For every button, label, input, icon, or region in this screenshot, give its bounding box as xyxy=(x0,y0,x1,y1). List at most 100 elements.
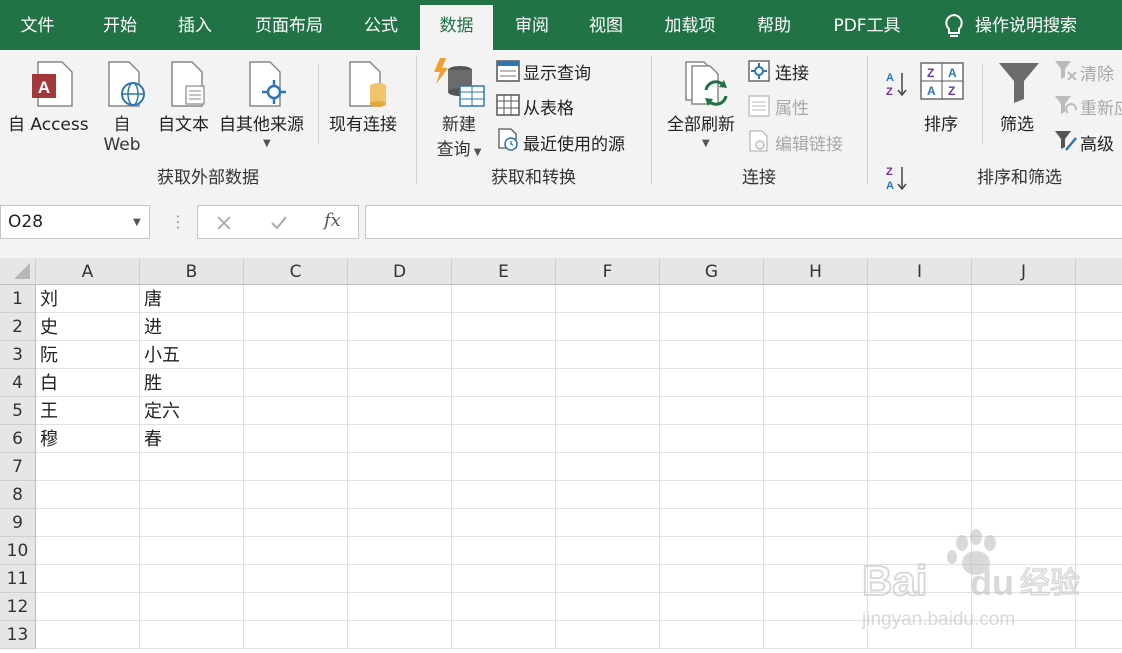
cell-g5[interactable] xyxy=(660,397,764,425)
cell-j4[interactable] xyxy=(972,369,1076,397)
row-header-9[interactable]: 9 xyxy=(0,509,36,537)
cell-g10[interactable] xyxy=(660,537,764,565)
cell-g1[interactable] xyxy=(660,285,764,313)
enter-check-icon[interactable] xyxy=(270,215,288,231)
cell-c9[interactable] xyxy=(244,509,348,537)
cell-j8[interactable] xyxy=(972,481,1076,509)
cell-h9[interactable] xyxy=(764,509,868,537)
cell-e5[interactable] xyxy=(452,397,556,425)
cell-j7[interactable] xyxy=(972,453,1076,481)
tab-view[interactable]: 视图 xyxy=(574,0,638,50)
from-text-button[interactable]: 自文本 xyxy=(158,110,209,135)
cell-b12[interactable] xyxy=(140,593,244,621)
cell-e13[interactable] xyxy=(452,621,556,649)
cell-i8[interactable] xyxy=(868,481,972,509)
cell-g8[interactable] xyxy=(660,481,764,509)
column-header-g[interactable]: G xyxy=(660,258,764,285)
column-header-a[interactable]: A xyxy=(36,258,140,285)
cell-d12[interactable] xyxy=(348,593,452,621)
tab-review[interactable]: 审阅 xyxy=(500,0,564,50)
cell-a7[interactable] xyxy=(36,453,140,481)
insert-function-icon[interactable]: fx xyxy=(324,210,341,231)
from-web-button[interactable]: 自 Web xyxy=(100,110,144,155)
cell-e10[interactable] xyxy=(452,537,556,565)
filter-button[interactable]: 筛选 xyxy=(1000,110,1034,135)
cell-e6[interactable] xyxy=(452,425,556,453)
cell-a10[interactable] xyxy=(36,537,140,565)
tab-home[interactable]: 开始 xyxy=(85,0,155,50)
cell-k6[interactable] xyxy=(1076,425,1122,453)
column-header-j[interactable]: J xyxy=(972,258,1076,285)
cell-k4[interactable] xyxy=(1076,369,1122,397)
cell-h13[interactable] xyxy=(764,621,868,649)
cell-e3[interactable] xyxy=(452,341,556,369)
row-header-7[interactable]: 7 xyxy=(0,453,36,481)
cell-c2[interactable] xyxy=(244,313,348,341)
cell-h12[interactable] xyxy=(764,593,868,621)
cell-d8[interactable] xyxy=(348,481,452,509)
cell-g13[interactable] xyxy=(660,621,764,649)
cell-a12[interactable] xyxy=(36,593,140,621)
cell-b7[interactable] xyxy=(140,453,244,481)
cell-b8[interactable] xyxy=(140,481,244,509)
cell-a2[interactable]: 史 xyxy=(36,313,140,341)
tab-data[interactable]: 数据 xyxy=(420,5,493,50)
cell-a1[interactable]: 刘 xyxy=(36,285,140,313)
cell-d11[interactable] xyxy=(348,565,452,593)
cell-g7[interactable] xyxy=(660,453,764,481)
cell-b10[interactable] xyxy=(140,537,244,565)
cell-f9[interactable] xyxy=(556,509,660,537)
cell-a6[interactable]: 穆 xyxy=(36,425,140,453)
column-header-c[interactable]: C xyxy=(244,258,348,285)
row-header-11[interactable]: 11 xyxy=(0,565,36,593)
chevron-down-icon[interactable]: ▼ xyxy=(133,217,141,228)
cell-d13[interactable] xyxy=(348,621,452,649)
row-header-1[interactable]: 1 xyxy=(0,285,36,313)
row-header-8[interactable]: 8 xyxy=(0,481,36,509)
cell-k3[interactable] xyxy=(1076,341,1122,369)
cell-c3[interactable] xyxy=(244,341,348,369)
cell-d2[interactable] xyxy=(348,313,452,341)
row-header-3[interactable]: 3 xyxy=(0,341,36,369)
row-header-12[interactable]: 12 xyxy=(0,593,36,621)
tab-file[interactable]: 文件 xyxy=(0,0,75,50)
cell-d4[interactable] xyxy=(348,369,452,397)
tab-pdf-tools[interactable]: PDF工具 xyxy=(822,0,912,50)
cell-b2[interactable]: 进 xyxy=(140,313,244,341)
from-access-button[interactable]: 自 Access xyxy=(8,110,89,135)
cell-g9[interactable] xyxy=(660,509,764,537)
cell-j1[interactable] xyxy=(972,285,1076,313)
cell-e4[interactable] xyxy=(452,369,556,397)
cell-f6[interactable] xyxy=(556,425,660,453)
row-header-4[interactable]: 4 xyxy=(0,369,36,397)
select-all-corner[interactable] xyxy=(0,258,36,285)
reapply-button[interactable]: 重新应 xyxy=(1080,94,1122,119)
cell-b3[interactable]: 小五 xyxy=(140,341,244,369)
row-header-5[interactable]: 5 xyxy=(0,397,36,425)
cell-g6[interactable] xyxy=(660,425,764,453)
cell-k1[interactable] xyxy=(1076,285,1122,313)
cell-i6[interactable] xyxy=(868,425,972,453)
cell-f8[interactable] xyxy=(556,481,660,509)
cell-h5[interactable] xyxy=(764,397,868,425)
cell-h7[interactable] xyxy=(764,453,868,481)
cell-b1[interactable]: 唐 xyxy=(140,285,244,313)
cell-j6[interactable] xyxy=(972,425,1076,453)
row-header-2[interactable]: 2 xyxy=(0,313,36,341)
cell-g2[interactable] xyxy=(660,313,764,341)
cell-h11[interactable] xyxy=(764,565,868,593)
cell-k2[interactable] xyxy=(1076,313,1122,341)
cell-d7[interactable] xyxy=(348,453,452,481)
cell-i3[interactable] xyxy=(868,341,972,369)
cell-b4[interactable]: 胜 xyxy=(140,369,244,397)
cell-a4[interactable]: 白 xyxy=(36,369,140,397)
column-header-e[interactable]: E xyxy=(452,258,556,285)
cell-c5[interactable] xyxy=(244,397,348,425)
cell-d6[interactable] xyxy=(348,425,452,453)
cell-k7[interactable] xyxy=(1076,453,1122,481)
column-header-f[interactable]: F xyxy=(556,258,660,285)
sort-button[interactable]: 排序 xyxy=(924,110,958,135)
row-header-13[interactable]: 13 xyxy=(0,621,36,649)
row-header-6[interactable]: 6 xyxy=(0,425,36,453)
refresh-all-button[interactable]: 全部刷新 xyxy=(667,110,735,135)
